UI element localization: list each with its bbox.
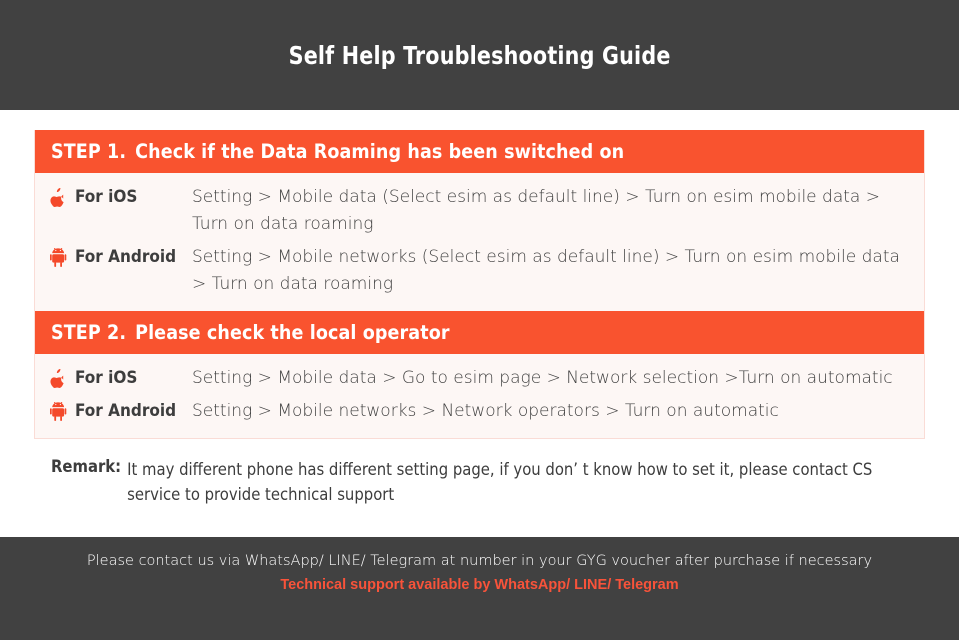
step-1-number: STEP 1.: [51, 140, 127, 163]
step-2-ios-instructions: Setting > Mobile data > Go to esim page …: [192, 368, 893, 388]
step-2-title: Please check the local operator: [135, 321, 450, 344]
page-title: Self Help Troubleshooting Guide: [288, 40, 671, 70]
step-1-android-label: For Android: [75, 247, 177, 267]
step-2-rows: For iOS Setting > Mobile data > Go to es…: [35, 354, 924, 438]
step-1-row-android: For Android Setting > Mobile networks (S…: [35, 241, 924, 301]
step-1-android-label-group: For Android: [49, 244, 192, 268]
steps-panel: STEP 1. Check if the Data Roaming has bee…: [34, 130, 925, 439]
step-1-row-ios: For iOS Setting > Mobile data (Select es…: [35, 181, 924, 241]
troubleshooting-guide-page: Self Help Troubleshooting Guide STEP 1. C…: [0, 0, 959, 640]
step-1-ios-instructions: Setting > Mobile data (Select esim as de…: [192, 187, 880, 234]
apple-logo-icon: [49, 367, 67, 389]
android-robot-icon: [49, 246, 67, 268]
remark-label: Remark:: [51, 457, 122, 476]
page-header-band: Self Help Troubleshooting Guide: [0, 0, 959, 110]
apple-logo-icon: [49, 186, 67, 208]
page-footer-band: Please contact us via WhatsApp/ LINE/ Te…: [0, 537, 959, 640]
step-1-ios-label: For iOS: [75, 187, 138, 207]
step-2-ios-label-group: For iOS: [49, 365, 192, 389]
remark-text: It may different phone has different set…: [127, 460, 873, 504]
step-1-ios-label-group: For iOS: [49, 184, 192, 208]
step-1-title: Check if the Data Roaming has been switc…: [135, 140, 625, 163]
step-2-ios-label: For iOS: [75, 368, 138, 388]
step-2-row-ios: For iOS Setting > Mobile data > Go to es…: [35, 362, 924, 395]
step-2-number: STEP 2.: [51, 321, 127, 344]
footer-support-note: Technical support available by WhatsApp/…: [280, 577, 679, 593]
step-2-android-label: For Android: [75, 401, 177, 421]
step-1-android-instructions: Setting > Mobile networks (Select esim a…: [192, 247, 900, 294]
step-1-rows: For iOS Setting > Mobile data (Select es…: [35, 173, 924, 311]
step-2-header: STEP 2. Please check the local operator: [35, 311, 924, 354]
step-2-row-android: For Android Setting > Mobile networks > …: [35, 395, 924, 428]
main-content: STEP 1. Check if the Data Roaming has bee…: [0, 110, 959, 537]
footer-contact-note: Please contact us via WhatsApp/ LINE/ Te…: [86, 553, 873, 569]
remark-block: Remark: It may different phone has diffe…: [34, 439, 925, 507]
step-1-header: STEP 1. Check if the Data Roaming has bee…: [35, 130, 924, 173]
step-2-android-instructions: Setting > Mobile networks > Network oper…: [192, 401, 779, 421]
android-robot-icon: [49, 400, 67, 422]
step-2-android-label-group: For Android: [49, 398, 192, 422]
